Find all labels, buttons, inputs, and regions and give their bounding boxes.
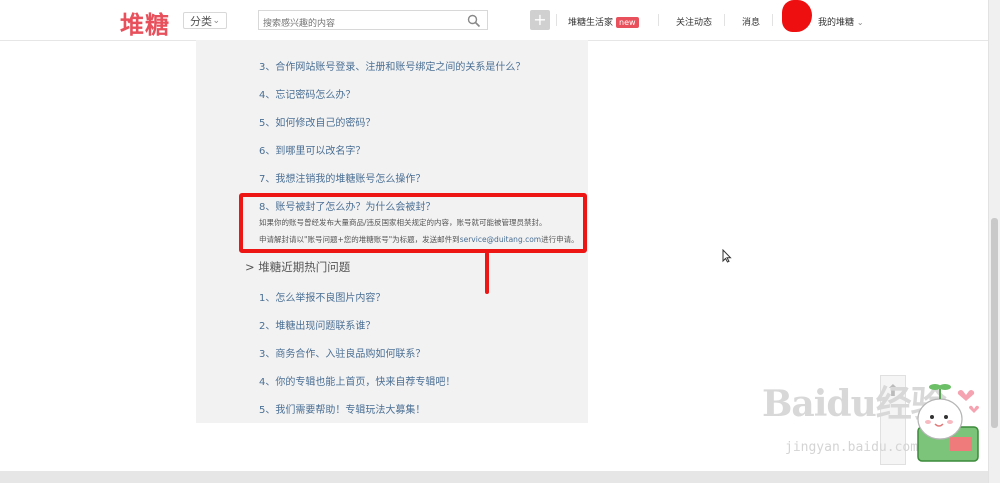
mascot-image [900,375,988,467]
hot-questions-title: > 堆糖近期热门问题 [245,260,351,274]
cursor-icon [722,248,732,267]
new-badge: new [616,17,639,28]
chevron-down-icon: ⌄ [856,18,864,27]
site-logo[interactable]: 堆糖 [120,5,170,40]
answer-suffix: 进行申请。 [541,235,579,244]
search-box[interactable] [258,10,488,33]
faq-item-5[interactable]: 5、如何修改自己的密码？ [259,114,375,129]
nav-follow-feed[interactable]: 关注动态 [676,15,712,28]
nav-my-duitang-label: 我的堆糖 [818,18,855,28]
faq-item-3[interactable]: 3、合作网站账号登录、注册和账号绑定之间的关系是什么？ [259,58,525,73]
category-label: 分类 [190,15,212,28]
faq-item-8-answer-line2: 申请解封请以"账号问题+您的堆糖账号"为标题，发送邮件到service@duit… [259,234,579,245]
nav-life-home[interactable]: 堆糖生活家 new [568,15,639,28]
scrollbar-thumb[interactable] [991,218,998,428]
hot-item-1[interactable]: 1、怎么举报不良图片内容？ [259,289,385,304]
top-navigation-bar: 堆糖 分类 ⌄ + 堆糖生活家new 关注动态 消息 我的堆糖 ⌄ [0,0,988,41]
nav-divider [724,14,725,26]
avatar[interactable] [782,0,812,32]
hot-item-2[interactable]: 2、堆糖出现问题联系谁？ [259,317,375,332]
nav-divider [556,14,557,26]
hot-item-4[interactable]: 4、你的专辑也能上首页，快来自荐专辑吧！ [259,373,455,388]
search-input[interactable] [259,15,467,33]
vertical-scrollbar[interactable] [988,0,1000,483]
faq-item-8-question[interactable]: 8、账号被封了怎么办？为什么会被封？ [259,198,435,213]
nav-life-home-label: 堆糖生活家 [568,18,614,28]
faq-item-8-answer-line1: 如果你的账号曾经发布大量商品/违反国家相关规定的内容，账号就可能被管理员禁封。 [259,218,547,227]
faq-item-4[interactable]: 4、忘记密码怎么办？ [259,86,355,101]
category-dropdown[interactable]: 分类 ⌄ [183,12,227,29]
nav-my-duitang[interactable]: 我的堆糖 ⌄ [818,15,864,28]
chevron-down-icon: ⌄ [212,16,220,26]
hot-item-5[interactable]: 5、我们需要帮助！专辑玩法大募集！ [259,401,425,416]
horizontal-scrollbar[interactable] [0,471,988,483]
nav-divider [772,14,773,26]
watermark-url: jingyan.baidu.com [785,440,919,455]
annotation-arrow-line [485,252,489,294]
email-link[interactable]: service@duitang.com [460,235,541,244]
faq-item-7[interactable]: 7、我想注销我的堆糖账号怎么操作？ [259,170,425,185]
plus-icon[interactable]: + [530,10,550,30]
nav-messages[interactable]: 消息 [742,15,760,28]
nav-divider [658,14,659,26]
faq-item-6[interactable]: 6、到哪里可以改名字？ [259,142,365,157]
hot-item-3[interactable]: 3、商务合作、入驻良品购如何联系？ [259,345,425,360]
answer-prefix: 申请解封请以"账号问题+您的堆糖账号"为标题，发送邮件到 [259,235,460,244]
search-icon[interactable] [467,13,481,32]
